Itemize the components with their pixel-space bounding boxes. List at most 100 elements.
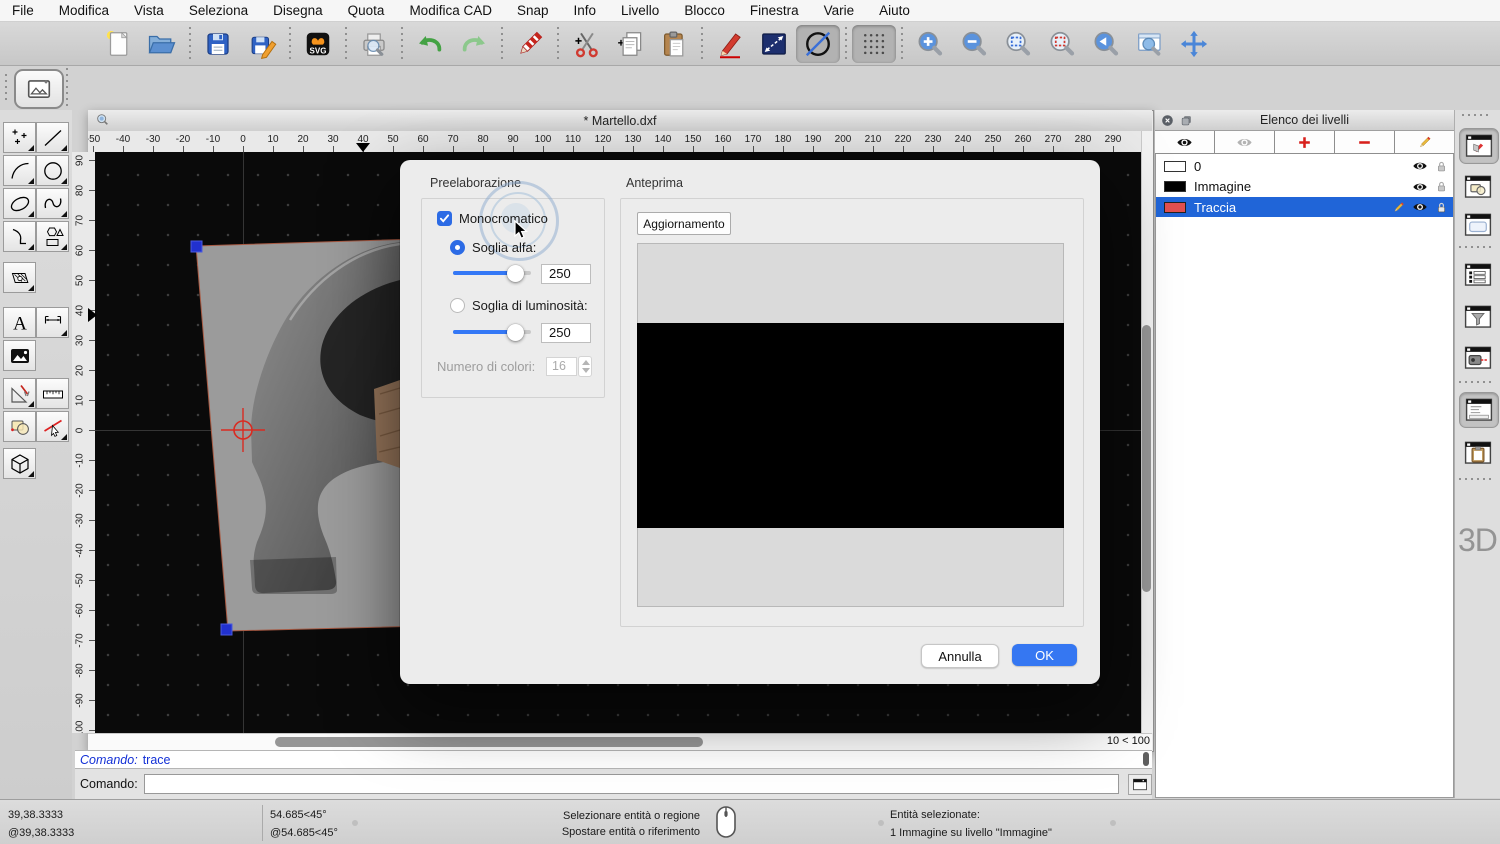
paste-button[interactable]	[652, 25, 696, 63]
win-filter-panel-button[interactable]	[1459, 300, 1497, 334]
colors-count-stepper[interactable]	[578, 356, 592, 377]
plus-layers-button[interactable]	[1275, 131, 1335, 153]
trace-ellipse-button[interactable]	[796, 25, 840, 63]
delete-pen-button[interactable]	[508, 25, 552, 63]
menu-finestra[interactable]: Finestra	[750, 3, 799, 18]
menu-aiuto[interactable]: Aiuto	[879, 3, 910, 18]
minus-layers-button[interactable]	[1335, 131, 1395, 153]
zoom-previous-button[interactable]	[1084, 25, 1128, 63]
layers-panel-title-bar[interactable]: Elenco dei livelli	[1155, 110, 1454, 131]
history-scrollbar-thumb[interactable]	[1143, 752, 1149, 766]
zoom-out-button[interactable]	[952, 25, 996, 63]
measure-button[interactable]	[752, 25, 796, 63]
menu-snap[interactable]: Snap	[517, 3, 549, 18]
win-clipboard-panel-button[interactable]	[1459, 436, 1497, 470]
layer-lock-icon[interactable]	[1434, 200, 1449, 215]
trim-tool-button[interactable]	[36, 411, 69, 442]
ruler-tool-button[interactable]	[36, 378, 69, 409]
zoom-window-button[interactable]	[1128, 25, 1172, 63]
layer-color-swatch[interactable]	[1164, 161, 1186, 172]
shapes-tool-button[interactable]	[36, 221, 69, 252]
menu-vista[interactable]: Vista	[134, 3, 164, 18]
command-input[interactable]	[144, 774, 1119, 794]
alpha-value-field[interactable]: 250	[541, 264, 591, 284]
colors-count-field[interactable]: 16	[546, 357, 577, 376]
ok-button[interactable]: OK	[1012, 644, 1077, 666]
dock-drag-handle[interactable]	[1462, 114, 1490, 116]
update-button[interactable]: Aggiornamento	[637, 212, 731, 235]
menu-file[interactable]: File	[12, 3, 34, 18]
win-command-panel-button[interactable]	[1459, 392, 1499, 428]
layer-visibility-eye-icon[interactable]	[1412, 179, 1428, 195]
print-preview-button[interactable]	[352, 25, 396, 63]
redo-button[interactable]	[452, 25, 496, 63]
selection-handle-top-left[interactable]	[191, 241, 202, 252]
undo-button[interactable]	[408, 25, 452, 63]
pencil-layers-button[interactable]	[1395, 131, 1454, 153]
cut-button[interactable]	[564, 25, 608, 63]
document-title-bar[interactable]: * Martello.dxf	[88, 110, 1152, 132]
save-button[interactable]	[196, 25, 240, 63]
win-plotter-panel-button[interactable]	[1459, 341, 1497, 375]
cancel-button[interactable]: Annulla	[921, 644, 999, 668]
layer-row-traccia[interactable]: Traccia	[1156, 197, 1453, 217]
selection-handle-bottom-left[interactable]	[221, 624, 232, 635]
line-tool-button[interactable]	[36, 122, 69, 153]
eye-layers-button[interactable]	[1215, 131, 1275, 153]
open-folder-button[interactable]	[140, 25, 184, 63]
ellipse-tool-button[interactable]	[3, 188, 36, 219]
text-tool-button[interactable]: A	[3, 307, 36, 338]
monochrome-checkbox[interactable]	[437, 211, 452, 226]
horizontal-scrollbar-thumb[interactable]	[275, 737, 703, 747]
toolbar-drag-handle[interactable]	[5, 74, 7, 100]
layer-lock-icon[interactable]	[1434, 179, 1449, 194]
draw-pencil-button[interactable]	[708, 25, 752, 63]
alpha-threshold-radio[interactable]	[450, 240, 465, 255]
menu-seleziona[interactable]: Seleziona	[189, 3, 248, 18]
menu-blocco[interactable]: Blocco	[684, 3, 725, 18]
win-layers-panel-button[interactable]	[1459, 128, 1499, 164]
close-panel-icon[interactable]	[1160, 113, 1175, 128]
active-tool-indicator[interactable]	[14, 69, 64, 109]
layer-row-0[interactable]: 0	[1156, 156, 1453, 176]
box3d-tool-button[interactable]	[3, 448, 36, 479]
vertical-scrollbar-thumb[interactable]	[1142, 325, 1151, 592]
svg-export-button[interactable]: SVG	[296, 25, 340, 63]
polyline-tool-button[interactable]	[3, 221, 36, 252]
arc-tool-button[interactable]	[3, 155, 36, 186]
menu-livello[interactable]: Livello	[621, 3, 659, 18]
layer-color-swatch[interactable]	[1164, 202, 1186, 213]
layer-color-swatch[interactable]	[1164, 181, 1186, 192]
zoom-in-button[interactable]	[908, 25, 952, 63]
menu-info[interactable]: Info	[574, 3, 597, 18]
hatch-tool-button[interactable]	[3, 262, 36, 293]
image-tool-button[interactable]	[3, 340, 36, 371]
win-list-panel-button[interactable]	[1459, 258, 1497, 292]
eye-layers-button[interactable]	[1155, 131, 1215, 153]
new-document-button[interactable]	[96, 25, 140, 63]
menu-modifica-cad[interactable]: Modifica CAD	[409, 3, 492, 18]
layer-visibility-eye-icon[interactable]	[1412, 158, 1428, 174]
alpha-slider-thumb[interactable]	[507, 265, 524, 282]
luminosity-threshold-radio[interactable]	[450, 298, 465, 313]
menu-varie[interactable]: Varie	[824, 3, 855, 18]
layer-visibility-eye-icon[interactable]	[1412, 199, 1428, 215]
win-plain-panel-button[interactable]	[1459, 208, 1497, 242]
points-tool-button[interactable]	[3, 122, 36, 153]
win-shapes-panel-button[interactable]	[1459, 170, 1497, 204]
copy-button[interactable]	[608, 25, 652, 63]
circle-tool-button[interactable]	[36, 155, 69, 186]
layer-row-immagine[interactable]: Immagine	[1156, 177, 1453, 197]
grid-toggle-button[interactable]	[852, 25, 896, 63]
spline-tool-button[interactable]	[36, 188, 69, 219]
blend-tool-button[interactable]	[3, 411, 36, 442]
zoom-fit-button[interactable]	[996, 25, 1040, 63]
dimension-tool-button[interactable]	[36, 307, 69, 338]
menu-disegna[interactable]: Disegna	[273, 3, 323, 18]
menu-quota[interactable]: Quota	[348, 3, 385, 18]
luminosity-slider-thumb[interactable]	[507, 324, 524, 341]
luminosity-value-field[interactable]: 250	[541, 323, 591, 343]
zoom-selection-button[interactable]	[1040, 25, 1084, 63]
layer-lock-icon[interactable]	[1434, 159, 1449, 174]
construction-tool-button[interactable]	[3, 378, 36, 409]
